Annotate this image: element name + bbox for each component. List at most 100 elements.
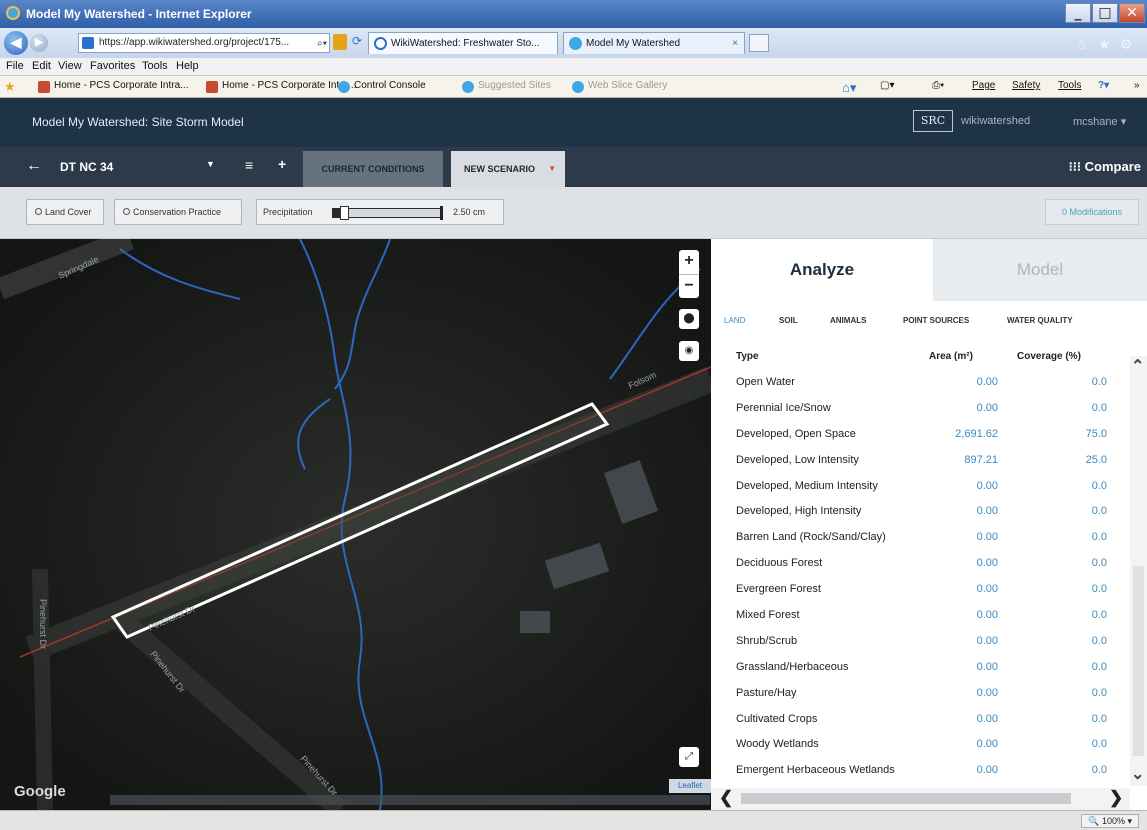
table-row: Shrub/Scrub 0.00 0.0 — [711, 629, 1131, 655]
feeds-icon[interactable]: ▢▾ — [880, 80, 894, 91]
vertical-scrollbar[interactable]: ⌃ ⌄ — [1130, 356, 1147, 786]
safety-menu[interactable]: Safety — [1012, 80, 1040, 91]
page-menu[interactable]: Page — [972, 80, 995, 91]
forward-button[interactable]: ▶ — [30, 34, 48, 52]
zoom-level[interactable]: 🔍 100% ▾ — [1081, 814, 1139, 828]
search-dropdown-icon[interactable]: ⌕▾ — [317, 35, 327, 52]
favorite-link[interactable]: Home - PCS Corporate Intra... — [38, 80, 189, 93]
menu-help[interactable]: Help — [176, 60, 199, 72]
home-icon[interactable]: ⌂▾ — [842, 80, 856, 96]
home-icon[interactable]: ⌂ — [1077, 36, 1085, 52]
subtab-animals[interactable]: ANIMALS — [830, 316, 866, 325]
favorite-link[interactable]: Control Console — [338, 80, 426, 93]
tab-analyze[interactable]: Analyze — [711, 239, 933, 301]
compare-button[interactable]: ⁝⁝⁝ Compare — [1069, 159, 1141, 175]
caret-down-icon[interactable]: ▼ — [206, 159, 215, 169]
menu-icon[interactable]: ≡ — [245, 157, 253, 173]
close-tab-icon[interactable]: × — [732, 33, 738, 54]
scroll-down-icon[interactable]: ⌄ — [1131, 764, 1144, 784]
minimize-button[interactable]: _ — [1065, 3, 1091, 23]
location-pin-icon[interactable]: ⬤ — [679, 309, 699, 329]
user-menu[interactable]: mcshane ▾ — [1073, 115, 1126, 128]
zoom-in-button[interactable]: + — [679, 250, 699, 274]
tab-model[interactable]: Model — [933, 239, 1147, 301]
leaflet-link[interactable]: Leaflet — [669, 779, 711, 793]
panel-tabs: Analyze Model — [711, 239, 1147, 301]
window-titlebar: Model My Watershed - Internet Explorer _… — [0, 0, 1147, 28]
table-row: Deciduous Forest 0.00 0.0 — [711, 551, 1131, 577]
modifications-count-button[interactable]: 0 Modifications — [1045, 199, 1139, 225]
favorite-link[interactable]: Web Slice Gallery — [572, 80, 667, 93]
menu-file[interactable]: File — [6, 60, 24, 72]
analyze-subtabs: LAND SOIL ANIMALS POINT SOURCES WATER QU… — [711, 301, 1147, 341]
tab-current-conditions[interactable]: CURRENT CONDITIONS — [303, 151, 443, 187]
layers-icon[interactable]: ◉ — [679, 341, 699, 361]
land-type-cell: Grassland/Herbaceous — [736, 660, 849, 673]
caret-down-icon[interactable]: ▼ — [548, 151, 556, 187]
back-button[interactable]: ◀ — [4, 31, 28, 55]
precipitation-slider[interactable] — [332, 206, 443, 220]
scroll-thumb[interactable] — [1133, 566, 1144, 756]
favorite-link[interactable]: Suggested Sites — [462, 80, 551, 93]
horizontal-scrollbar[interactable]: ❮ ❯ — [711, 788, 1130, 810]
close-window-button[interactable]: ✕ — [1119, 3, 1145, 23]
favorites-star-icon[interactable]: ★ — [1098, 36, 1111, 53]
slider-handle[interactable] — [339, 206, 349, 220]
new-tab-button[interactable] — [749, 34, 769, 52]
coverage-cell: 0.0 — [1091, 686, 1107, 699]
add-scenario-icon[interactable]: + — [278, 156, 286, 172]
menu-edit[interactable]: Edit — [32, 60, 51, 72]
modifications-bar: Land Cover Conservation Practice Precipi… — [0, 187, 1147, 239]
table-row: Mixed Forest 0.00 0.0 — [711, 603, 1131, 629]
scroll-left-icon[interactable]: ❮ — [719, 788, 733, 808]
address-bar[interactable]: https://app.wikiwatershed.org/project/17… — [78, 33, 330, 53]
land-cover-button[interactable]: Land Cover — [26, 199, 104, 225]
favorites-star-icon[interactable]: ★ — [4, 79, 16, 95]
slider-end — [440, 206, 443, 220]
tools-menu[interactable]: Tools — [1058, 80, 1081, 91]
menu-tools[interactable]: Tools — [142, 60, 168, 72]
zoom-out-button[interactable]: − — [679, 274, 699, 298]
fullscreen-icon[interactable]: ⤢ — [679, 747, 699, 767]
scroll-right-icon[interactable]: ❯ — [1109, 788, 1123, 808]
table-row: Barren Land (Rock/Sand/Clay) 0.00 0.0 — [711, 525, 1131, 551]
project-toolbar: ← DT NC 34 ▼ ≡ + CURRENT CONDITIONS NEW … — [0, 147, 1147, 187]
column-type[interactable]: Type — [736, 351, 759, 362]
favorite-link[interactable]: Home - PCS Corporate Intra... — [206, 80, 357, 93]
scroll-thumb[interactable] — [741, 793, 1071, 804]
back-arrow-icon[interactable]: ← — [26, 157, 42, 175]
lock-icon[interactable] — [333, 34, 347, 50]
chevron-more-icon[interactable]: » — [1134, 80, 1140, 91]
land-type-cell: Developed, Low Intensity — [736, 453, 859, 466]
menu-favorites[interactable]: Favorites — [90, 60, 135, 72]
map-attribution — [110, 795, 710, 805]
coverage-cell: 75.0 — [1085, 427, 1107, 440]
maximize-button[interactable]: □ — [1092, 3, 1118, 23]
conservation-practice-button[interactable]: Conservation Practice — [114, 199, 242, 225]
help-icon[interactable]: ?▾ — [1098, 80, 1109, 91]
print-icon[interactable]: ⎙▾ — [932, 80, 944, 91]
refresh-icon[interactable]: ⟳ — [352, 34, 362, 48]
coverage-cell: 0.0 — [1091, 634, 1107, 647]
tab-model-my-watershed[interactable]: Model My Watershed × — [563, 32, 745, 54]
tab-wikiwatershed[interactable]: WikiWatershed: Freshwater Sto... — [368, 32, 558, 54]
land-type-cell: Emergent Herbaceous Wetlands — [736, 764, 895, 777]
precipitation-value: 2.50 cm — [453, 207, 486, 217]
subtab-land[interactable]: LAND — [724, 316, 745, 325]
menu-view[interactable]: View — [58, 60, 82, 72]
tab-new-scenario[interactable]: NEW SCENARIO ▼ — [451, 151, 565, 187]
land-type-cell: Evergreen Forest — [736, 583, 821, 596]
subtab-water-quality[interactable]: WATER QUALITY — [1007, 316, 1073, 325]
land-type-cell: Deciduous Forest — [736, 557, 823, 570]
column-coverage[interactable]: Coverage (%) — [1017, 351, 1081, 362]
brand-link[interactable]: wikiwatershed — [961, 115, 1030, 127]
coverage-cell: 0.0 — [1091, 738, 1107, 751]
subtab-soil[interactable]: SOIL — [779, 316, 798, 325]
subtab-point-sources[interactable]: POINT SOURCES — [903, 316, 969, 325]
project-name[interactable]: DT NC 34 — [60, 160, 113, 174]
column-area[interactable]: Area (m²) — [929, 351, 973, 362]
scroll-up-icon[interactable]: ⌃ — [1131, 356, 1144, 376]
settings-gear-icon[interactable]: ⚙ — [1120, 36, 1133, 53]
radio-icon — [123, 208, 130, 215]
satellite-map[interactable]: Pinehurst Dr Pinehurst Dr Pinehurst Dr P… — [0, 239, 711, 810]
